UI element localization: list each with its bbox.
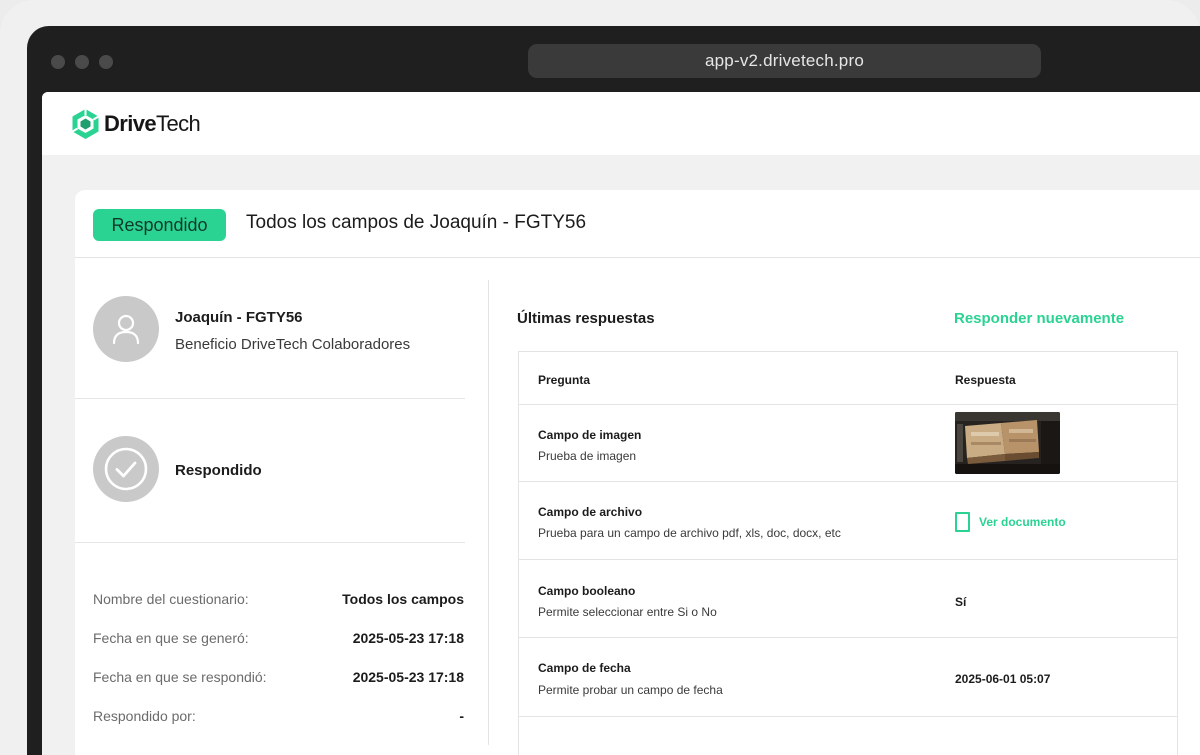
responses-table: Pregunta Respuesta Campo de imagen Prueb… xyxy=(518,351,1178,755)
question-description: Prueba de imagen xyxy=(538,449,637,463)
answer-value: Sí xyxy=(955,595,967,609)
device-frame: app-v2.drivetech.pro DriveTech Respondid… xyxy=(0,0,1200,755)
column-header-answer: Respuesta xyxy=(955,373,1016,387)
info-label: Respondido por: xyxy=(93,708,196,724)
panel-divider xyxy=(488,280,489,745)
question-title: Campo de fecha xyxy=(538,661,631,675)
avatar xyxy=(93,296,159,362)
card-header: Respondido Todos los campos de Joaquín -… xyxy=(75,190,1200,258)
info-value: 2025-05-23 17:18 xyxy=(352,630,464,646)
info-label: Nombre del cuestionario: xyxy=(93,591,249,607)
table-row: Campo de archivo Prueba para un campo de… xyxy=(519,482,1177,560)
app-screen: DriveTech Respondido Todos los campos de… xyxy=(42,92,1200,755)
question-description: Permite seleccionar entre Si o No xyxy=(538,605,717,619)
brand-name-bold: Drive xyxy=(104,111,157,136)
info-label: Fecha en que se respondió: xyxy=(93,669,267,685)
answer-image-thumbnail[interactable] xyxy=(955,412,1060,474)
status-badge: Respondido xyxy=(93,209,226,241)
user-name: Joaquín - FGTY56 xyxy=(175,309,303,326)
info-value: 2025-05-23 17:18 xyxy=(352,669,464,685)
window-dot-icon xyxy=(99,55,113,69)
image-thumbnail-picture xyxy=(955,412,1060,474)
section-title: Últimas respuestas xyxy=(517,310,655,327)
question-title: Campo de archivo xyxy=(538,505,643,519)
status-label: Respondido xyxy=(175,462,262,479)
info-row-answered-by: Respondido por: - xyxy=(93,708,464,724)
user-program: Beneficio DriveTech Colaboradores xyxy=(175,336,411,353)
drivetech-logo-icon xyxy=(71,109,100,139)
questionnaire-card: Respondido Todos los campos de Joaquín -… xyxy=(75,190,1200,755)
table-row: Campo booleano Permite seleccionar entre… xyxy=(519,560,1177,638)
brand-name-light: Tech xyxy=(156,111,201,136)
table-header-row: Pregunta Respuesta xyxy=(519,352,1177,405)
check-icon xyxy=(104,447,148,491)
question-title: Campo de imagen xyxy=(538,428,642,442)
brand-name: DriveTech xyxy=(104,111,201,137)
user-icon xyxy=(112,314,140,345)
info-value: Todos los campos xyxy=(342,591,464,607)
address-bar[interactable]: app-v2.drivetech.pro xyxy=(528,44,1041,78)
divider xyxy=(75,542,465,543)
question-description: Permite probar un campo de fecha xyxy=(538,683,723,697)
info-row-generated: Fecha en que se generó: 2025-05-23 17:18 xyxy=(93,630,464,646)
document-icon xyxy=(955,512,970,532)
divider xyxy=(75,398,465,399)
brand-logo[interactable]: DriveTech xyxy=(71,108,201,140)
answer-again-link[interactable]: Responder nuevamente xyxy=(954,310,1124,327)
answer-value: 2025-06-01 05:07 xyxy=(955,672,1051,686)
info-row-answered: Fecha en que se respondió: 2025-05-23 17… xyxy=(93,669,464,685)
column-header-question: Pregunta xyxy=(538,373,591,387)
top-bar: DriveTech xyxy=(42,92,1200,155)
summary-panel: Joaquín - FGTY56 Beneficio DriveTech Col… xyxy=(75,258,465,755)
responses-panel: Últimas respuestas Responder nuevamente … xyxy=(517,258,1200,755)
table-row: Campo de imagen Prueba de imagen xyxy=(519,405,1177,482)
status-indicator xyxy=(93,436,159,502)
question-title: Campo booleano xyxy=(538,584,636,598)
info-value: - xyxy=(459,708,464,724)
window-dot-icon xyxy=(75,55,89,69)
window-dot-icon xyxy=(51,55,65,69)
question-description: Prueba para un campo de archivo pdf, xls… xyxy=(538,526,841,540)
view-document-label: Ver documento xyxy=(979,515,1066,529)
info-label: Fecha en que se generó: xyxy=(93,630,249,646)
view-document-link[interactable]: Ver documento xyxy=(955,512,1066,532)
table-row: Campo de fecha Permite probar un campo d… xyxy=(519,638,1177,717)
page-title: Todos los campos de Joaquín - FGTY56 xyxy=(246,212,587,233)
info-row-questionnaire: Nombre del cuestionario: Todos los campo… xyxy=(93,591,464,607)
